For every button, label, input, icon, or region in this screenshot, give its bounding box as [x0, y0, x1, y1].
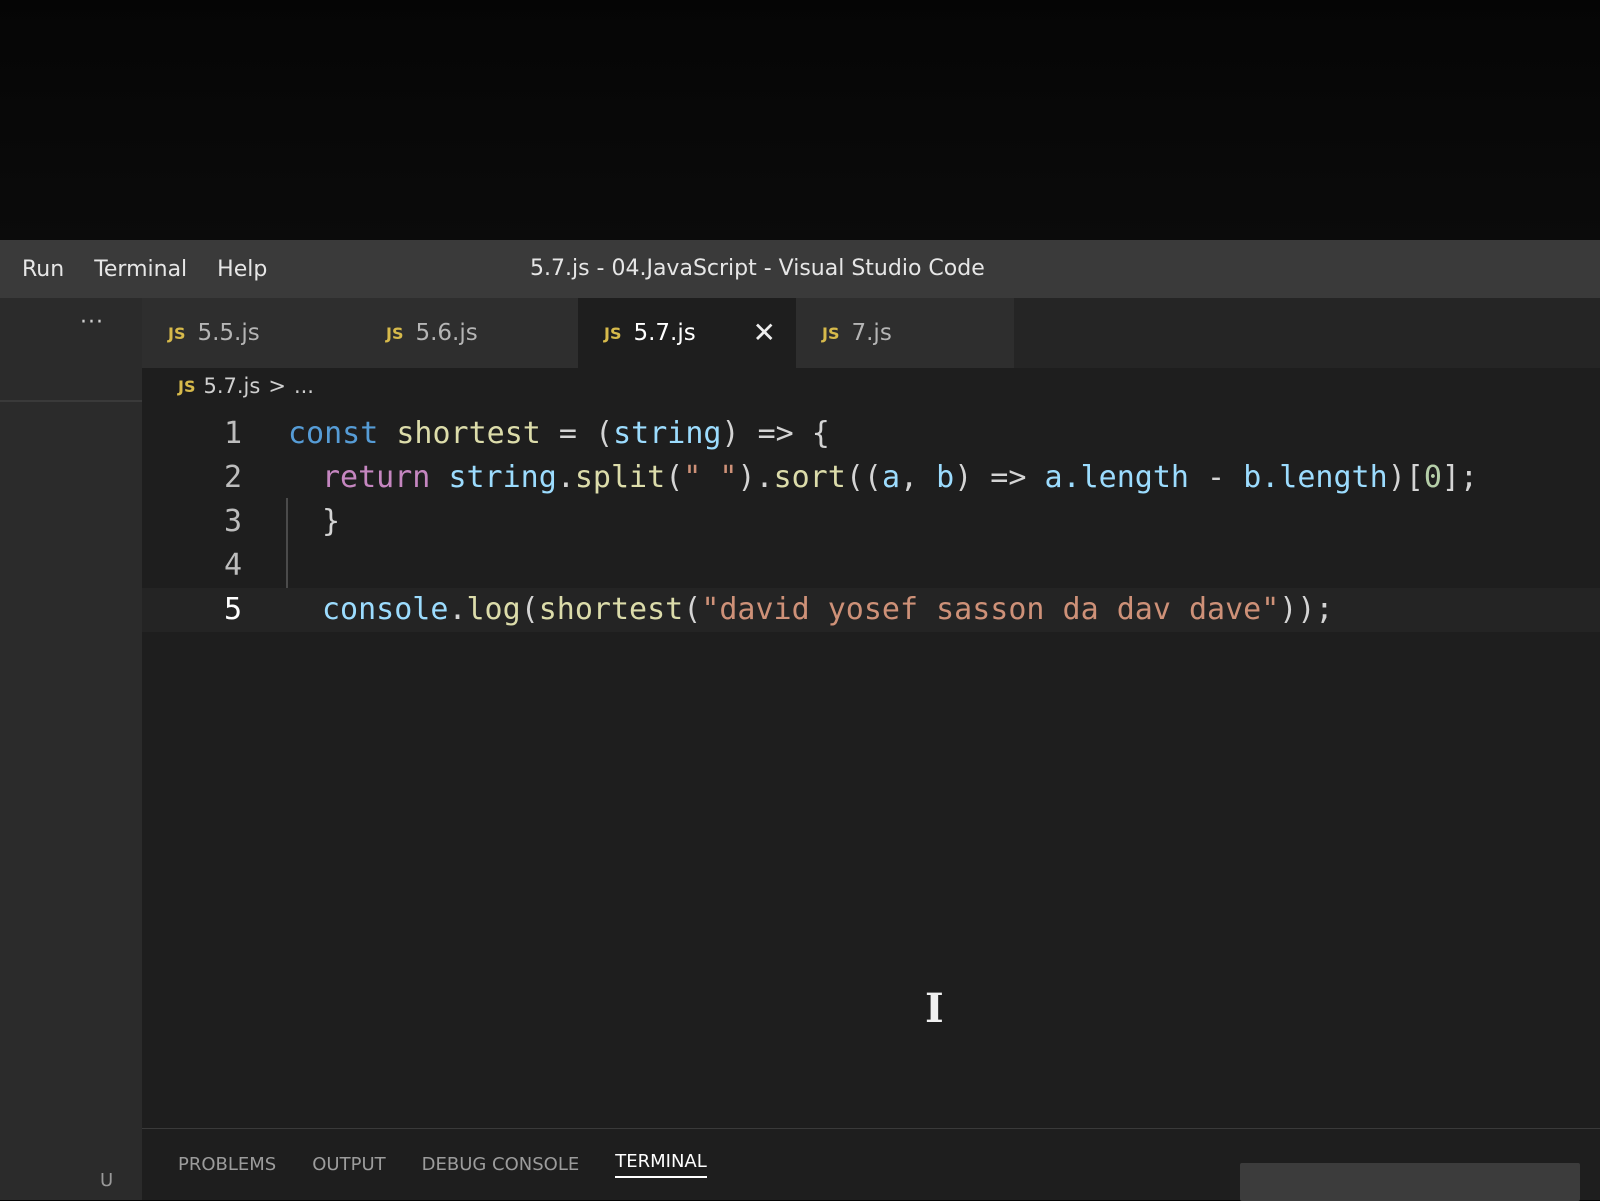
menu-bar: Run Terminal Help: [22, 257, 267, 282]
text-cursor-icon: I: [925, 985, 944, 1032]
operator-minus: -: [1189, 460, 1244, 495]
code-line-4: 4: [142, 544, 1600, 588]
sidebar-divider: [0, 400, 142, 402]
line-number: 1: [223, 416, 242, 451]
tab-5-6-js[interactable]: JS 5.6.js: [360, 298, 578, 368]
code-text: console.log(shortest("david yosef sasson…: [322, 588, 1333, 632]
sidebar: ··· U: [0, 298, 142, 1200]
close-icon[interactable]: ✕: [753, 316, 776, 349]
tab-debug-console[interactable]: DEBUG CONSOLE: [422, 1154, 580, 1175]
line-number: 2: [223, 460, 242, 495]
identifier-shortest: shortest: [396, 416, 541, 451]
status-indicator: U: [100, 1170, 114, 1191]
breadcrumb-file[interactable]: 5.7.js: [203, 374, 260, 398]
code-text: return string.split(" ").sort((a, b) => …: [322, 456, 1478, 500]
panel-tabs: PROBLEMS OUTPUT DEBUG CONSOLE TERMINAL: [142, 1128, 1600, 1201]
parens-open: ((: [845, 460, 882, 495]
identifier-a: a: [1044, 460, 1063, 495]
index-close: ];: [1441, 460, 1478, 495]
statement-end: ));: [1279, 592, 1334, 627]
code-area[interactable]: 1 const shortest = (string) => { 2 retur…: [142, 412, 1600, 632]
paren-dot: ).: [737, 460, 774, 495]
code-line-3: 3 }: [142, 500, 1600, 544]
line-number: 5: [223, 592, 242, 627]
number-zero: 0: [1423, 460, 1442, 495]
code-line-5: 5 console.log(shortest("david yosef sass…: [142, 588, 1600, 632]
paren-open: (: [595, 416, 614, 451]
tab-problems[interactable]: PROBLEMS: [178, 1154, 276, 1175]
arrow-brace: ) => {: [721, 416, 830, 451]
monitor-bezel: [0, 0, 1600, 240]
tab-output[interactable]: OUTPUT: [312, 1154, 385, 1175]
js-file-icon: JS: [168, 323, 186, 343]
line-number: 4: [223, 548, 242, 583]
method-log: log: [466, 592, 521, 627]
menu-run[interactable]: Run: [22, 257, 64, 282]
identifier-console: console: [322, 592, 449, 627]
tab-label: 5.7.js: [633, 320, 696, 346]
dot: .: [448, 592, 467, 627]
call-shortest: shortest: [538, 592, 684, 627]
menu-terminal[interactable]: Terminal: [94, 257, 187, 282]
property-length: .length: [1261, 460, 1388, 495]
param-b: b: [936, 460, 955, 495]
paren-open: (: [683, 592, 702, 627]
code-editor[interactable]: JS 5.7.js > ... 1 const shortest = (stri…: [142, 368, 1600, 1128]
param-string: string: [613, 416, 722, 451]
index-open: )[: [1387, 460, 1424, 495]
method-split: split: [574, 460, 666, 495]
js-file-icon: JS: [822, 323, 840, 343]
breadcrumb: JS 5.7.js > ...: [178, 374, 314, 398]
code-text: const shortest = (string) => {: [288, 412, 830, 456]
method-sort: sort: [773, 460, 846, 495]
tab-label: 7.js: [851, 320, 892, 346]
window-title: 5.7.js - 04.JavaScript - Visual Studio C…: [530, 256, 985, 281]
tab-7-js[interactable]: JS 7.js: [796, 298, 1014, 368]
js-file-icon: JS: [178, 376, 196, 396]
menu-help[interactable]: Help: [217, 257, 267, 282]
arrow: ) =>: [954, 460, 1045, 495]
string-argument: "david yosef sasson da dav dave": [701, 592, 1280, 627]
keyword-const: const: [288, 416, 379, 451]
dot: .: [556, 460, 575, 495]
tab-5-7-js[interactable]: JS 5.7.js ✕: [578, 298, 796, 368]
property-length: .length: [1062, 460, 1189, 495]
identifier-string: string: [448, 460, 557, 495]
paren-open: (: [665, 460, 684, 495]
more-actions-icon[interactable]: ···: [80, 310, 104, 335]
code-text: }: [322, 500, 340, 544]
tab-5-5-js[interactable]: JS 5.5.js: [142, 298, 360, 368]
operator-assign: =: [540, 416, 596, 451]
breadcrumb-symbols[interactable]: ...: [294, 374, 314, 398]
code-line-2: 2 return string.split(" ").sort((a, b) =…: [142, 456, 1600, 500]
line-number: 3: [223, 504, 242, 539]
close-brace: }: [322, 504, 341, 539]
terminal-selector[interactable]: [1240, 1163, 1580, 1201]
tab-label: 5.6.js: [415, 320, 478, 346]
tab-terminal[interactable]: TERMINAL: [615, 1151, 707, 1178]
identifier-b: b: [1243, 460, 1262, 495]
tab-label: 5.5.js: [197, 320, 260, 346]
code-line-1: 1 const shortest = (string) => {: [142, 412, 1600, 456]
comma: ,: [900, 460, 937, 495]
js-file-icon: JS: [386, 323, 404, 343]
editor-tabs: JS 5.5.js JS 5.6.js JS 5.7.js ✕ JS 7.js: [142, 298, 1600, 368]
param-a: a: [881, 460, 900, 495]
chevron-right-icon: >: [268, 374, 286, 398]
paren-open: (: [520, 592, 539, 627]
keyword-return: return: [322, 460, 431, 495]
string-space: " ": [683, 460, 738, 495]
js-file-icon: JS: [604, 323, 622, 343]
title-bar: Run Terminal Help 5.7.js - 04.JavaScript…: [0, 240, 1600, 298]
